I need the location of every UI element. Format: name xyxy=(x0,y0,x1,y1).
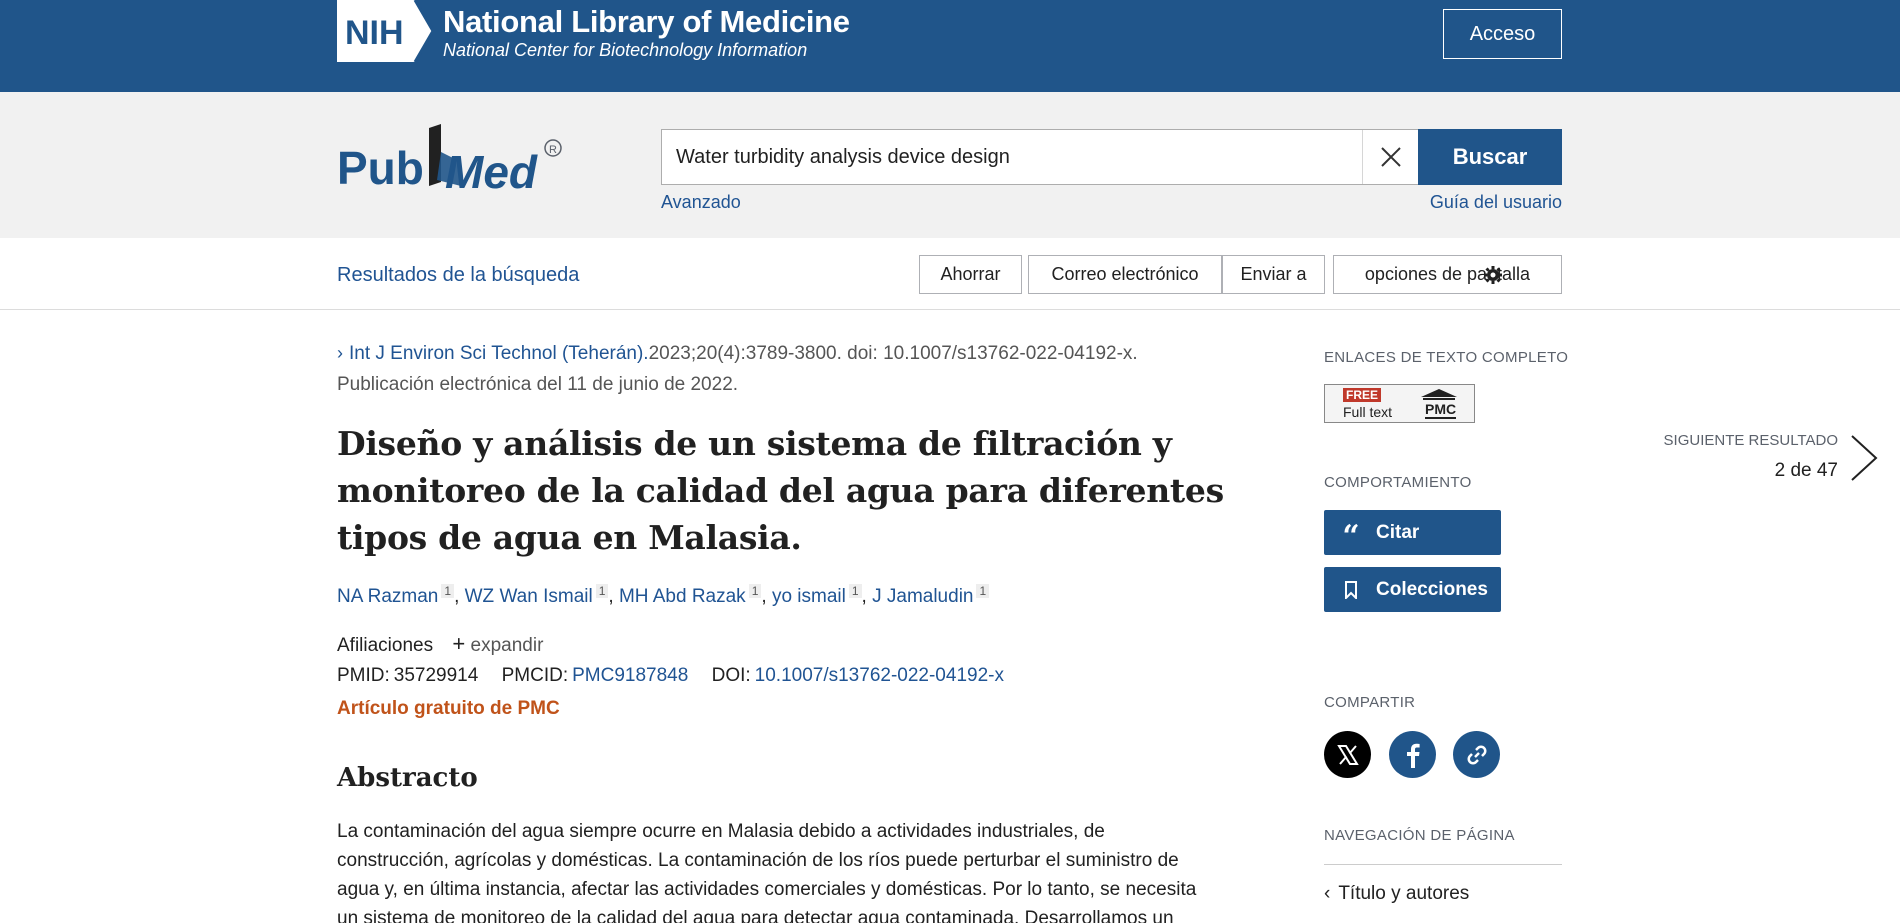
gear-icon xyxy=(1484,266,1502,284)
author-link[interactable]: MH Abd Razak xyxy=(619,586,746,607)
search-box xyxy=(661,129,1418,185)
search-input[interactable] xyxy=(662,132,1352,182)
pubmed-logo[interactable]: Pub Med R xyxy=(337,122,565,202)
close-icon xyxy=(1380,147,1401,167)
clear-search-button[interactable] xyxy=(1362,130,1418,184)
affiliation-ref[interactable]: 1 xyxy=(848,584,862,598)
divider xyxy=(1324,864,1562,865)
advanced-search-link[interactable]: Avanzado xyxy=(661,192,741,213)
user-guide-link[interactable]: Guía del usuario xyxy=(1430,192,1562,213)
affiliation-ref[interactable]: 1 xyxy=(748,584,762,598)
doi-link[interactable]: 10.1007/s13762-022-04192-x xyxy=(755,665,1004,686)
share-permalink-button[interactable] xyxy=(1453,731,1500,778)
journal-link[interactable]: Int J Environ Sci Technol (Teherán). xyxy=(349,343,649,364)
expand-label: expandir xyxy=(470,635,544,656)
bookmark-icon xyxy=(1338,580,1364,599)
full-text-tag: Full text xyxy=(1343,404,1393,420)
result-position: 2 de 47 xyxy=(1774,460,1838,481)
cite-button[interactable]: “ Citar xyxy=(1324,510,1501,555)
abstract-heading: Abstracto xyxy=(337,763,478,793)
svg-text:Pub: Pub xyxy=(337,142,424,194)
author-link[interactable]: WZ Wan Ismail xyxy=(465,586,593,607)
send-to-button[interactable]: Enviar a xyxy=(1222,255,1325,294)
nav-title-authors-link[interactable]: ‹ Título y autores xyxy=(1324,883,1469,905)
link-icon xyxy=(1467,745,1486,764)
abstract-line: agua y, en última instancia, afectar las… xyxy=(337,879,1197,900)
chevron-left-icon: ‹ xyxy=(1324,883,1331,904)
full-text-links-heading: ENLACES DE TEXTO COMPLETO xyxy=(1324,349,1569,366)
search-button[interactable]: Buscar xyxy=(1418,129,1562,185)
nlm-title[interactable]: National Library of Medicine xyxy=(443,4,850,40)
chevron-right-icon xyxy=(1851,435,1878,481)
nih-logo-text: NIH xyxy=(345,14,404,52)
search-results-link[interactable]: Resultados de la búsqueda xyxy=(337,264,579,287)
next-result-link[interactable]: SIGUIENTE RESULTADO 2 de 47 xyxy=(1660,432,1880,492)
abstract-line: construcción, agrícolas y domésticas. La… xyxy=(337,850,1179,871)
expand-affiliations-button[interactable]: + expandir xyxy=(452,631,544,656)
collections-label: Colecciones xyxy=(1376,578,1488,600)
abstract-line: un sistema de monitoreo de la calidad de… xyxy=(337,908,1174,923)
pmid-value: 35729914 xyxy=(393,665,479,686)
epub-date: Publicación electrónica del 11 de junio … xyxy=(337,374,739,395)
authors-list: NA Razman 1, WZ Wan Ismail 1, MH Abd Razak… xyxy=(337,584,990,608)
save-button[interactable]: Ahorrar xyxy=(919,255,1022,294)
author-link[interactable]: NA Razman xyxy=(337,586,438,607)
ncbi-subtitle: National Center for Biotechnology Inform… xyxy=(443,40,808,60)
login-button[interactable]: Acceso xyxy=(1443,9,1562,59)
nav-item-label: Título y autores xyxy=(1338,883,1470,904)
nih-header xyxy=(0,0,1900,92)
doi-label: DOI: xyxy=(711,665,751,686)
nih-logo[interactable]: NIH xyxy=(337,0,433,62)
email-button[interactable]: Correo electrónico xyxy=(1028,255,1222,294)
abstract-text: La contaminación del agua siempre ocurre… xyxy=(337,817,1237,923)
free-pmc-article-badge: Artículo gratuito de PMC xyxy=(337,698,560,719)
affiliation-ref[interactable]: 1 xyxy=(441,584,455,598)
journal-citation: › Int J Environ Sci Technol (Teherán).202… xyxy=(337,343,1138,365)
display-options-button[interactable]: opciones de pantalla xyxy=(1333,255,1562,294)
collections-button[interactable]: Colecciones xyxy=(1324,567,1501,612)
next-result-label: SIGUIENTE RESULTADO xyxy=(1663,432,1838,449)
page-navigation-heading: NAVEGACIÓN DE PÁGINA xyxy=(1324,827,1515,844)
affiliation-ref[interactable]: 1 xyxy=(976,584,990,598)
affiliations-row: Afiliaciones + expandir xyxy=(337,631,543,657)
plus-icon: + xyxy=(452,631,466,656)
cite-label: Citar xyxy=(1376,521,1420,543)
facebook-icon xyxy=(1406,743,1420,768)
citation-text: 2023;20(4):3789-3800. doi: 10.1007/s1376… xyxy=(648,343,1138,364)
quote-icon: “ xyxy=(1342,518,1360,554)
svg-text:Med: Med xyxy=(445,146,538,198)
author-link[interactable]: yo ismail xyxy=(772,586,846,607)
share-heading: COMPARTIR xyxy=(1324,694,1416,711)
free-full-text-pmc-link[interactable]: FREE Full text PMC xyxy=(1324,384,1475,423)
pmid-label: PMID: xyxy=(337,665,390,686)
pmcid-link[interactable]: PMC9187848 xyxy=(572,665,688,686)
article-identifiers: PMID: 35729914 PMCID: PMC9187848 DOI: 10.10… xyxy=(337,665,1004,687)
x-logo-icon xyxy=(1336,744,1359,765)
pmc-tag: PMC xyxy=(1425,401,1457,419)
abstract-line: La contaminación del agua siempre ocurre… xyxy=(337,821,1105,842)
share-facebook-button[interactable] xyxy=(1389,731,1436,778)
share-x-button[interactable] xyxy=(1324,731,1371,778)
chevron-right-icon[interactable]: › xyxy=(337,343,343,363)
author-link[interactable]: J Jamaludin xyxy=(872,586,973,607)
free-tag: FREE xyxy=(1343,388,1382,402)
page-title: Diseño y análisis de un sistema de filtr… xyxy=(337,424,1224,557)
affiliation-ref[interactable]: 1 xyxy=(595,584,609,598)
svg-text:R: R xyxy=(549,144,557,156)
actions-heading: COMPORTAMIENTO xyxy=(1324,474,1472,491)
pmcid-label: PMCID: xyxy=(501,665,569,686)
affiliations-label: Afiliaciones xyxy=(337,635,434,656)
